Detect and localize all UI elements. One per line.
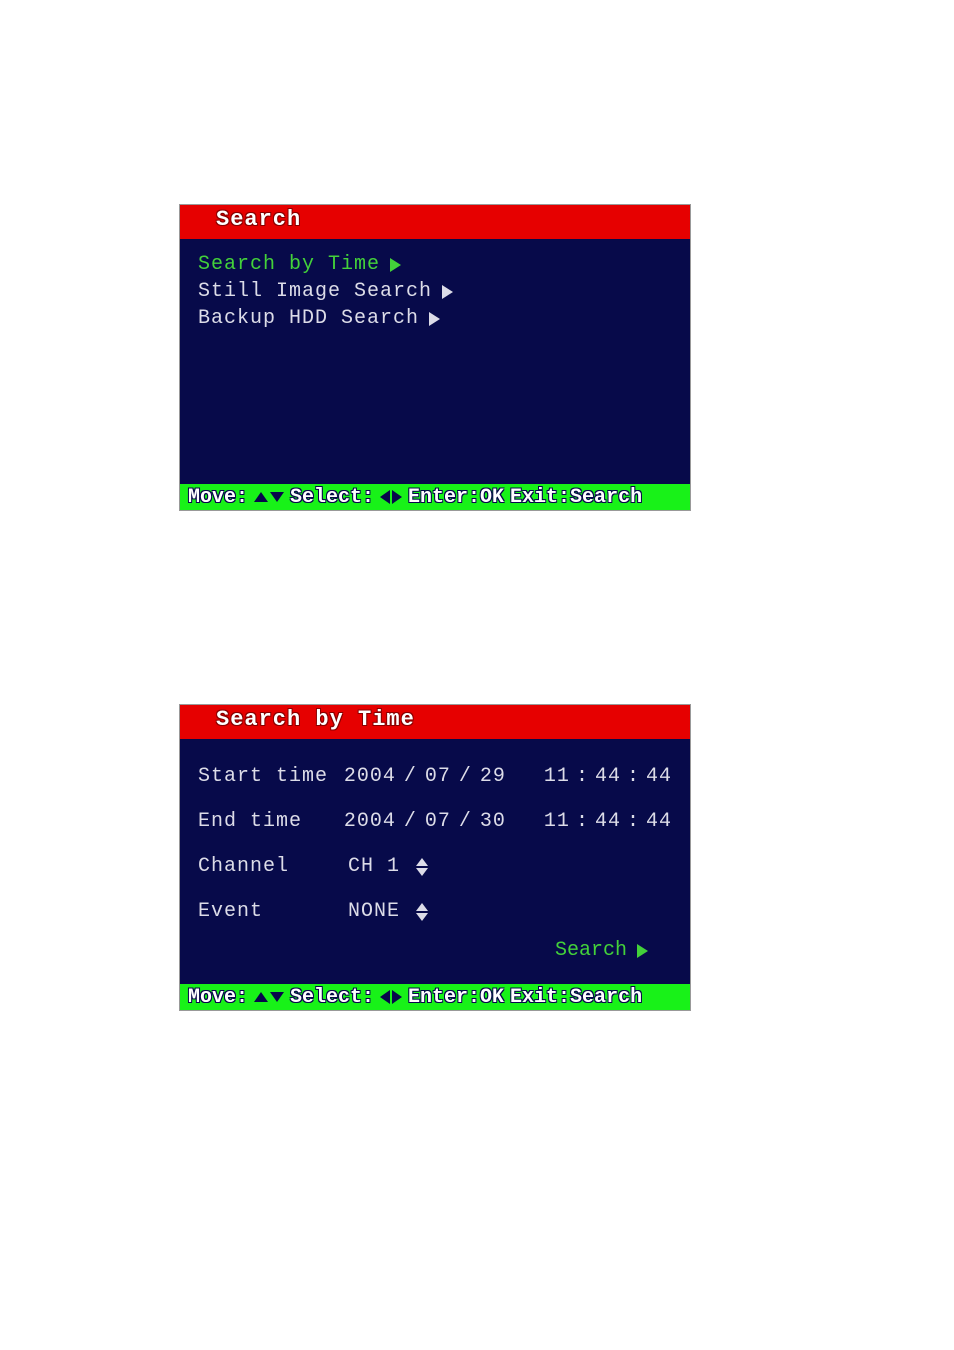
menu-item-label: Still Image Search [198, 280, 432, 303]
event-value: NONE [348, 900, 428, 923]
start-min: 44 [595, 765, 621, 788]
panel-body: Search by Time Still Image Search Backup… [180, 239, 690, 484]
up-down-icon [254, 492, 284, 502]
end-hour: 11 [544, 810, 570, 833]
help-exit-label: Exit:Search [510, 986, 642, 1009]
end-time-value: 2004/07/30 11:44 :44 [344, 810, 672, 833]
row-channel[interactable]: Channel CH 1 [198, 855, 672, 878]
end-year: 2004 [344, 810, 396, 833]
start-year: 2004 [344, 765, 396, 788]
arrow-right-icon [442, 285, 453, 299]
help-exit-label: Exit:Search [510, 486, 642, 509]
slash-icon: / [459, 810, 472, 833]
row-start-time[interactable]: Start time 2004/07/29 11:44 :44 [198, 765, 672, 788]
end-sec: 44 [646, 810, 672, 833]
menu-item-still-image-search[interactable]: Still Image Search [198, 280, 672, 303]
menu-item-backup-hdd-search[interactable]: Backup HDD Search [198, 307, 672, 330]
help-enter-label: Enter:OK [408, 986, 504, 1009]
search-menu-panel: Search Search by Time Still Image Search… [180, 205, 690, 510]
help-bar: Move: Select: Enter:OK Exit:Search [180, 984, 690, 1010]
start-sec: 44 [646, 765, 672, 788]
search-action-button[interactable]: Search [555, 939, 648, 962]
help-select-label: Select: [290, 486, 374, 509]
start-hour: 11 [544, 765, 570, 788]
slash-icon: / [404, 765, 417, 788]
menu-item-label: Search by Time [198, 253, 380, 276]
panel-title: Search by Time [180, 705, 690, 739]
event-value-text: NONE [348, 900, 400, 923]
end-day: 30 [480, 810, 506, 833]
panel-title-text: Search [216, 207, 301, 232]
menu-item-label: Backup HDD Search [198, 307, 419, 330]
help-enter-label: Enter:OK [408, 486, 504, 509]
start-day: 29 [480, 765, 506, 788]
updown-icon [416, 858, 428, 876]
help-select-label: Select: [290, 986, 374, 1009]
panel-title: Search [180, 205, 690, 239]
channel-label: Channel [198, 855, 348, 878]
help-bar: Move: Select: Enter:OK Exit:Search [180, 484, 690, 510]
left-right-icon [380, 490, 402, 504]
updown-icon [416, 903, 428, 921]
left-right-icon [380, 990, 402, 1004]
start-month: 07 [425, 765, 451, 788]
end-min: 44 [595, 810, 621, 833]
help-move-label: Move: [188, 986, 248, 1009]
menu-item-search-by-time[interactable]: Search by Time [198, 253, 672, 276]
row-event[interactable]: Event NONE [198, 900, 672, 923]
channel-value: CH 1 [348, 855, 428, 878]
channel-value-text: CH 1 [348, 855, 400, 878]
panel-title-text: Search by Time [216, 707, 415, 732]
arrow-right-icon [390, 258, 401, 272]
help-move-label: Move: [188, 486, 248, 509]
end-time-label: End time [198, 810, 344, 833]
search-by-time-panel: Search by Time Start time 2004/07/29 11:… [180, 705, 690, 1010]
end-month: 07 [425, 810, 451, 833]
panel-body: Start time 2004/07/29 11:44 :44 End time… [180, 739, 690, 984]
up-down-icon [254, 992, 284, 1002]
search-action-label: Search [555, 939, 627, 962]
arrow-right-icon [429, 312, 440, 326]
start-time-value: 2004/07/29 11:44 :44 [344, 765, 672, 788]
slash-icon: / [459, 765, 472, 788]
event-label: Event [198, 900, 348, 923]
slash-icon: / [404, 810, 417, 833]
arrow-right-icon [637, 944, 648, 958]
row-end-time[interactable]: End time 2004/07/30 11:44 :44 [198, 810, 672, 833]
start-time-label: Start time [198, 765, 344, 788]
